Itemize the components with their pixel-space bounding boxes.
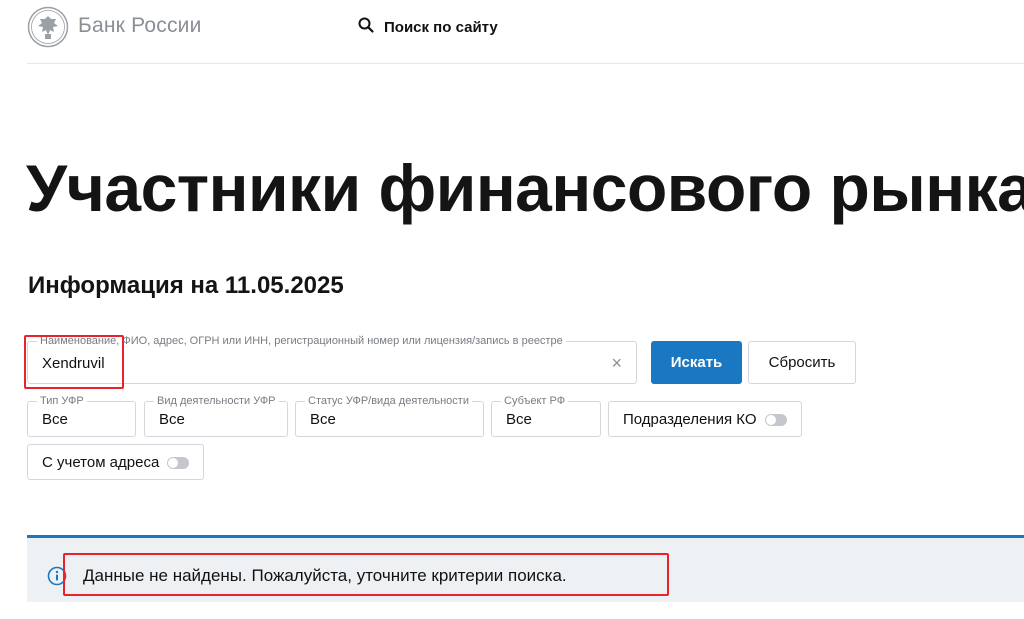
status-select[interactable]: Статус УФР/вида деятельности Все	[295, 395, 484, 437]
status-select-value: Все	[310, 411, 336, 428]
search-button[interactable]: Искать	[651, 341, 742, 384]
header-divider	[27, 63, 1024, 64]
type-select[interactable]: Тип УФР Все	[27, 395, 136, 437]
search-query-input[interactable]: Наименование, ФИО, адрес, ОГРН или ИНН, …	[27, 335, 637, 384]
search-icon	[358, 17, 374, 38]
site-search-link[interactable]: Поиск по сайту	[358, 17, 498, 38]
with-address-toggle[interactable]: С учетом адреса	[27, 444, 204, 480]
activity-select-label: Вид деятельности УФР	[154, 395, 279, 408]
type-select-label: Тип УФР	[37, 395, 87, 408]
activity-select-value: Все	[159, 411, 185, 428]
reset-button[interactable]: Сбросить	[748, 341, 856, 384]
site-search-label: Поиск по сайту	[384, 19, 498, 36]
status-select-label: Статус УФР/вида деятельности	[305, 395, 472, 408]
ko-divisions-switch[interactable]	[765, 414, 787, 426]
search-query-value[interactable]: Xendruvil	[42, 355, 105, 372]
info-date-heading: Информация на 11.05.2025	[28, 272, 344, 299]
ko-divisions-toggle[interactable]: Подразделения КО	[608, 401, 802, 437]
ko-divisions-label: Подразделения КО	[623, 410, 757, 428]
no-results-alert: Данные не найдены. Пожалуйста, уточните …	[27, 535, 1024, 602]
logo-text[interactable]: Банк России	[78, 14, 202, 38]
info-icon	[47, 566, 67, 586]
with-address-switch[interactable]	[167, 457, 189, 469]
activity-select[interactable]: Вид деятельности УФР Все	[144, 395, 288, 437]
type-select-value: Все	[42, 411, 68, 428]
region-select-label: Субъект РФ	[501, 395, 569, 408]
clear-icon[interactable]: ×	[611, 353, 622, 373]
search-query-label: Наименование, ФИО, адрес, ОГРН или ИНН, …	[37, 335, 566, 348]
alert-message: Данные не найдены. Пожалуйста, уточните …	[83, 566, 567, 585]
region-select-value: Все	[506, 411, 532, 428]
page-title: Участники финансового рынка	[26, 151, 1024, 225]
with-address-label: С учетом адреса	[42, 453, 160, 471]
region-select[interactable]: Субъект РФ Все	[491, 395, 601, 437]
bank-emblem-icon[interactable]	[27, 6, 69, 48]
